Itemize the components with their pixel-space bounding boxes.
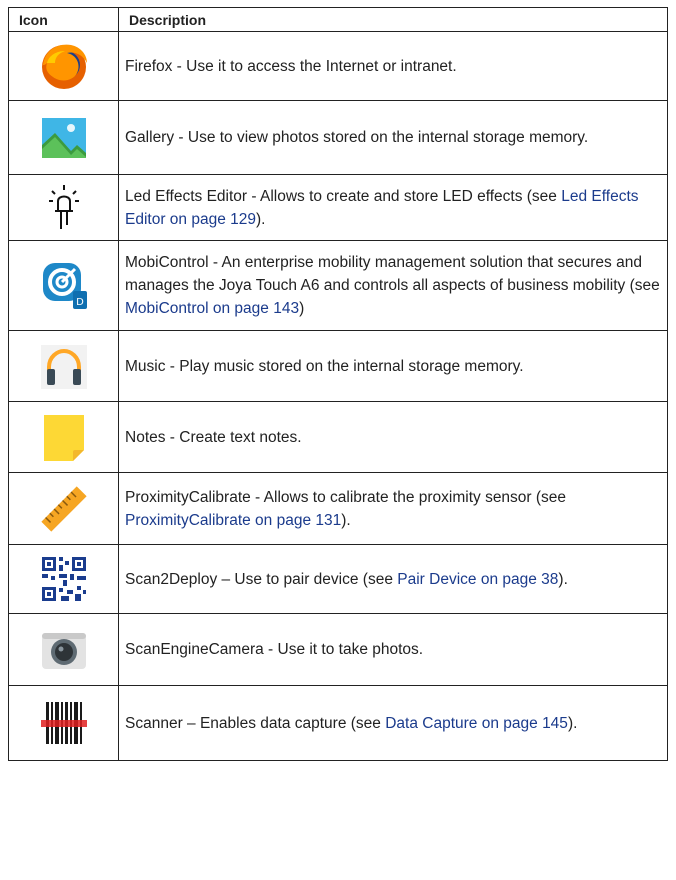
- list-item: Firefox - Use it to access the Internet …: [118, 31, 668, 101]
- list-item: Scanner – Enables data capture (see Data…: [118, 685, 668, 761]
- description-column-header: Description: [118, 7, 668, 32]
- table-row: Scan2Deploy – Use to pair device (see Pa…: [8, 544, 668, 614]
- svg-text:D: D: [76, 297, 84, 308]
- camera-icon: [41, 632, 86, 669]
- table-row: ProximityCalibrate - Allows to calibrate…: [8, 472, 668, 545]
- apps-table: Icon Description Firefox - Use it to acc…: [8, 7, 668, 761]
- proximity-calibrate-icon: [40, 485, 87, 532]
- list-item: Scan2Deploy – Use to pair device (see Pa…: [118, 544, 668, 614]
- list-item: Notes - Create text notes.: [118, 401, 668, 473]
- list-item: Led Effects Editor - Allows to create an…: [118, 174, 668, 241]
- mobicontrol-icon: D: [42, 262, 87, 309]
- list-item: ScanEngineCamera - Use it to take photos…: [118, 613, 668, 686]
- table-row: D MobiControl - An enterprise mobility m…: [8, 240, 668, 331]
- table-row: Music - Play music stored on the interna…: [8, 330, 668, 402]
- table-row: Gallery - Use to view photos stored on t…: [8, 100, 668, 175]
- mobicontrol-link[interactable]: MobiControl on page 143: [125, 300, 299, 317]
- proximity-calibrate-link[interactable]: ProximityCalibrate on page 131: [125, 512, 341, 529]
- scan2deploy-icon: [41, 557, 86, 601]
- music-icon: [40, 345, 87, 389]
- table-header-row: Icon Description: [8, 7, 668, 32]
- firefox-icon: [41, 44, 87, 89]
- icon-column-header: Icon: [8, 7, 119, 32]
- barcode-scanner-icon: [40, 702, 87, 744]
- table-row: ScanEngineCamera - Use it to take photos…: [8, 613, 668, 686]
- led-effects-editor-icon: [48, 184, 79, 229]
- data-capture-link[interactable]: Data Capture on page 145: [385, 715, 568, 732]
- table-row: Notes - Create text notes.: [8, 401, 668, 473]
- table-row: Scanner – Enables data capture (see Data…: [8, 685, 668, 761]
- pair-device-link[interactable]: Pair Device on page 38: [397, 571, 558, 588]
- notes-icon: [43, 415, 84, 461]
- table-row: Led Effects Editor - Allows to create an…: [8, 174, 668, 241]
- table-row: Firefox - Use it to access the Internet …: [8, 31, 668, 101]
- list-item: Gallery - Use to view photos stored on t…: [118, 100, 668, 175]
- gallery-icon: [41, 117, 86, 158]
- list-item: MobiControl - An enterprise mobility man…: [118, 240, 668, 331]
- list-item: ProximityCalibrate - Allows to calibrate…: [118, 472, 668, 545]
- list-item: Music - Play music stored on the interna…: [118, 330, 668, 402]
